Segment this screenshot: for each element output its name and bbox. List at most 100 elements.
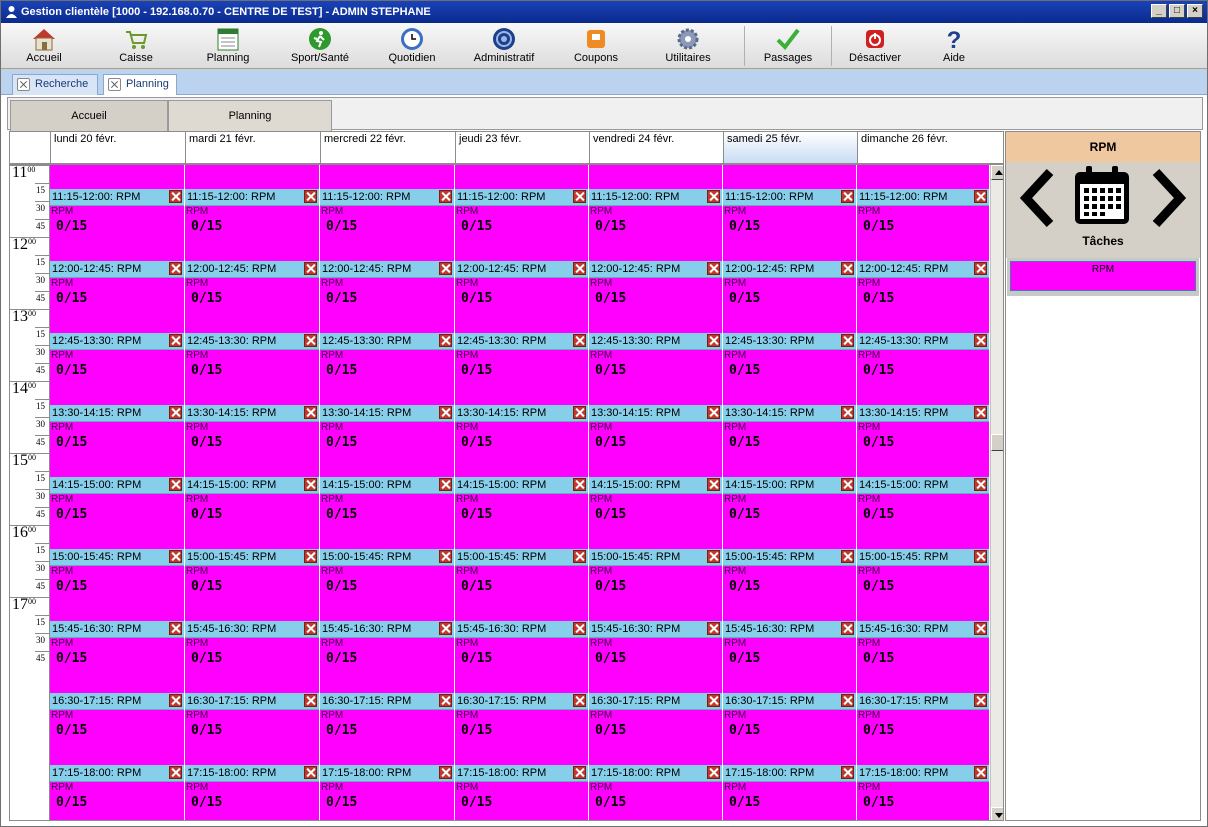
delete-event-icon[interactable] <box>707 262 720 275</box>
delete-event-icon[interactable] <box>841 262 854 275</box>
toolbar-passages-button[interactable]: Passages <box>749 23 827 69</box>
calendar-event[interactable]: 12:00-12:45: RPM RPM 0/15 <box>723 261 856 333</box>
calendar-event[interactable]: 11:15-12:00: RPM RPM 0/15 <box>320 189 454 261</box>
calendar-event[interactable]: 12:00-12:45: RPM RPM 0/15 <box>50 261 184 333</box>
calendar-event[interactable]: 15:45-16:30: RPM RPM 0/15 <box>50 621 184 693</box>
delete-event-icon[interactable] <box>707 478 720 491</box>
calendar-event[interactable]: 11:15-12:00: RPM RPM 0/15 <box>50 189 184 261</box>
day-header[interactable]: samedi 25 févr. <box>723 132 857 163</box>
delete-event-icon[interactable] <box>439 262 452 275</box>
delete-event-icon[interactable] <box>169 478 182 491</box>
calendar-event[interactable]: 16:30-17:15: RPM RPM 0/15 <box>185 693 319 765</box>
day-header[interactable]: jeudi 23 févr. <box>455 132 589 163</box>
calendar-event[interactable]: 16:30-17:15: RPM RPM 0/15 <box>455 693 588 765</box>
delete-event-icon[interactable] <box>304 766 317 779</box>
toolbar-coupons-button[interactable]: Coupons <box>557 23 635 69</box>
calendar-event[interactable]: 14:15-15:00: RPM RPM 0/15 <box>185 477 319 549</box>
scroll-thumb[interactable] <box>991 434 1003 451</box>
delete-event-icon[interactable] <box>573 766 586 779</box>
delete-event-icon[interactable] <box>169 550 182 563</box>
delete-event-icon[interactable] <box>841 190 854 203</box>
calendar-event[interactable]: 12:45-13:30: RPM RPM 0/15 <box>320 333 454 405</box>
delete-event-icon[interactable] <box>439 766 452 779</box>
toolbar-planning-button[interactable]: Planning <box>189 23 267 69</box>
delete-event-icon[interactable] <box>707 334 720 347</box>
delete-event-icon[interactable] <box>707 550 720 563</box>
delete-event-icon[interactable] <box>573 622 586 635</box>
delete-event-icon[interactable] <box>439 694 452 707</box>
delete-event-icon[interactable] <box>304 694 317 707</box>
calendar-event[interactable]: 17:15-18:00: RPM RPM 0/15 <box>320 765 454 820</box>
vertical-scrollbar[interactable] <box>990 165 1003 820</box>
calendar-event[interactable]: 16:30-17:15: RPM RPM 0/15 <box>320 693 454 765</box>
calendar-event[interactable]: 17:15-18:00: RPM RPM 0/15 <box>455 765 588 820</box>
delete-event-icon[interactable] <box>304 190 317 203</box>
delete-event-icon[interactable] <box>573 262 586 275</box>
calendar-event[interactable]: 15:00-15:45: RPM RPM 0/15 <box>50 549 184 621</box>
doc-tab-recherche[interactable]: Recherche <box>12 74 98 95</box>
calendar-event[interactable]: 15:45-16:30: RPM RPM 0/15 <box>320 621 454 693</box>
delete-event-icon[interactable] <box>841 622 854 635</box>
toolbar-quotidien-button[interactable]: Quotidien <box>373 23 451 69</box>
calendar-event[interactable]: 12:45-13:30: RPM RPM 0/15 <box>589 333 722 405</box>
delete-event-icon[interactable] <box>573 550 586 563</box>
inner-tab-accueil[interactable]: Accueil <box>10 100 168 132</box>
delete-event-icon[interactable] <box>974 694 987 707</box>
calendar-event[interactable]: 13:30-14:15: RPM RPM 0/15 <box>723 405 856 477</box>
calendar-event[interactable]: 12:00-12:45: RPM RPM 0/15 <box>857 261 989 333</box>
calendar-event[interactable]: 15:00-15:45: RPM RPM 0/15 <box>723 549 856 621</box>
delete-event-icon[interactable] <box>841 478 854 491</box>
delete-event-icon[interactable] <box>974 262 987 275</box>
delete-event-icon[interactable] <box>707 190 720 203</box>
delete-event-icon[interactable] <box>304 478 317 491</box>
calendar-event[interactable]: 12:00-12:45: RPM RPM 0/15 <box>589 261 722 333</box>
scroll-up-button[interactable] <box>991 165 1003 180</box>
calendar-event[interactable]: 12:45-13:30: RPM RPM 0/15 <box>185 333 319 405</box>
delete-event-icon[interactable] <box>169 406 182 419</box>
delete-event-icon[interactable] <box>707 694 720 707</box>
calendar-event[interactable]: 12:45-13:30: RPM RPM 0/15 <box>857 333 989 405</box>
calendar-event[interactable]: 13:30-14:15: RPM RPM 0/15 <box>857 405 989 477</box>
delete-event-icon[interactable] <box>439 190 452 203</box>
delete-event-icon[interactable] <box>841 406 854 419</box>
calendar-event[interactable]: 14:15-15:00: RPM RPM 0/15 <box>589 477 722 549</box>
calendar-event[interactable]: 17:15-18:00: RPM RPM 0/15 <box>723 765 856 820</box>
inner-tab-planning[interactable]: Planning <box>168 100 332 132</box>
delete-event-icon[interactable] <box>439 622 452 635</box>
calendar-event[interactable]: 15:45-16:30: RPM RPM 0/15 <box>185 621 319 693</box>
delete-event-icon[interactable] <box>841 550 854 563</box>
delete-event-icon[interactable] <box>169 262 182 275</box>
calendar-event[interactable]: 13:30-14:15: RPM RPM 0/15 <box>185 405 319 477</box>
calendar-icon[interactable] <box>1072 164 1132 226</box>
calendar-event[interactable]: 12:45-13:30: RPM RPM 0/15 <box>50 333 184 405</box>
day-header[interactable]: vendredi 24 févr. <box>589 132 723 163</box>
next-arrow-icon[interactable] <box>1148 168 1188 228</box>
calendar-event[interactable]: 14:15-15:00: RPM RPM 0/15 <box>50 477 184 549</box>
day-header[interactable]: lundi 20 févr. <box>50 132 185 163</box>
calendar-event[interactable]: 15:45-16:30: RPM RPM 0/15 <box>455 621 588 693</box>
calendar-event[interactable]: 17:15-18:00: RPM RPM 0/15 <box>50 765 184 820</box>
delete-event-icon[interactable] <box>573 190 586 203</box>
delete-event-icon[interactable] <box>439 334 452 347</box>
delete-event-icon[interactable] <box>974 406 987 419</box>
calendar-event[interactable]: 15:00-15:45: RPM RPM 0/15 <box>455 549 588 621</box>
calendar-event[interactable]: 16:30-17:15: RPM RPM 0/15 <box>589 693 722 765</box>
delete-event-icon[interactable] <box>974 334 987 347</box>
calendar-event[interactable]: 14:15-15:00: RPM RPM 0/15 <box>857 477 989 549</box>
calendar-event[interactable]: 13:30-14:15: RPM RPM 0/15 <box>50 405 184 477</box>
delete-event-icon[interactable] <box>573 694 586 707</box>
calendar-event[interactable]: 12:00-12:45: RPM RPM 0/15 <box>320 261 454 333</box>
scroll-down-button[interactable] <box>991 807 1003 820</box>
calendar-event[interactable]: 11:15-12:00: RPM RPM 0/15 <box>455 189 588 261</box>
delete-event-icon[interactable] <box>169 190 182 203</box>
delete-event-icon[interactable] <box>304 550 317 563</box>
calendar-event[interactable]: 12:45-13:30: RPM RPM 0/15 <box>455 333 588 405</box>
toolbar-administratif-button[interactable]: Administratif <box>465 23 543 69</box>
delete-event-icon[interactable] <box>707 622 720 635</box>
delete-event-icon[interactable] <box>304 334 317 347</box>
delete-event-icon[interactable] <box>707 406 720 419</box>
delete-event-icon[interactable] <box>841 766 854 779</box>
delete-event-icon[interactable] <box>169 766 182 779</box>
toolbar-caisse-button[interactable]: Caisse <box>97 23 175 69</box>
toolbar-utilitaires-button[interactable]: Utilitaires <box>649 23 727 69</box>
